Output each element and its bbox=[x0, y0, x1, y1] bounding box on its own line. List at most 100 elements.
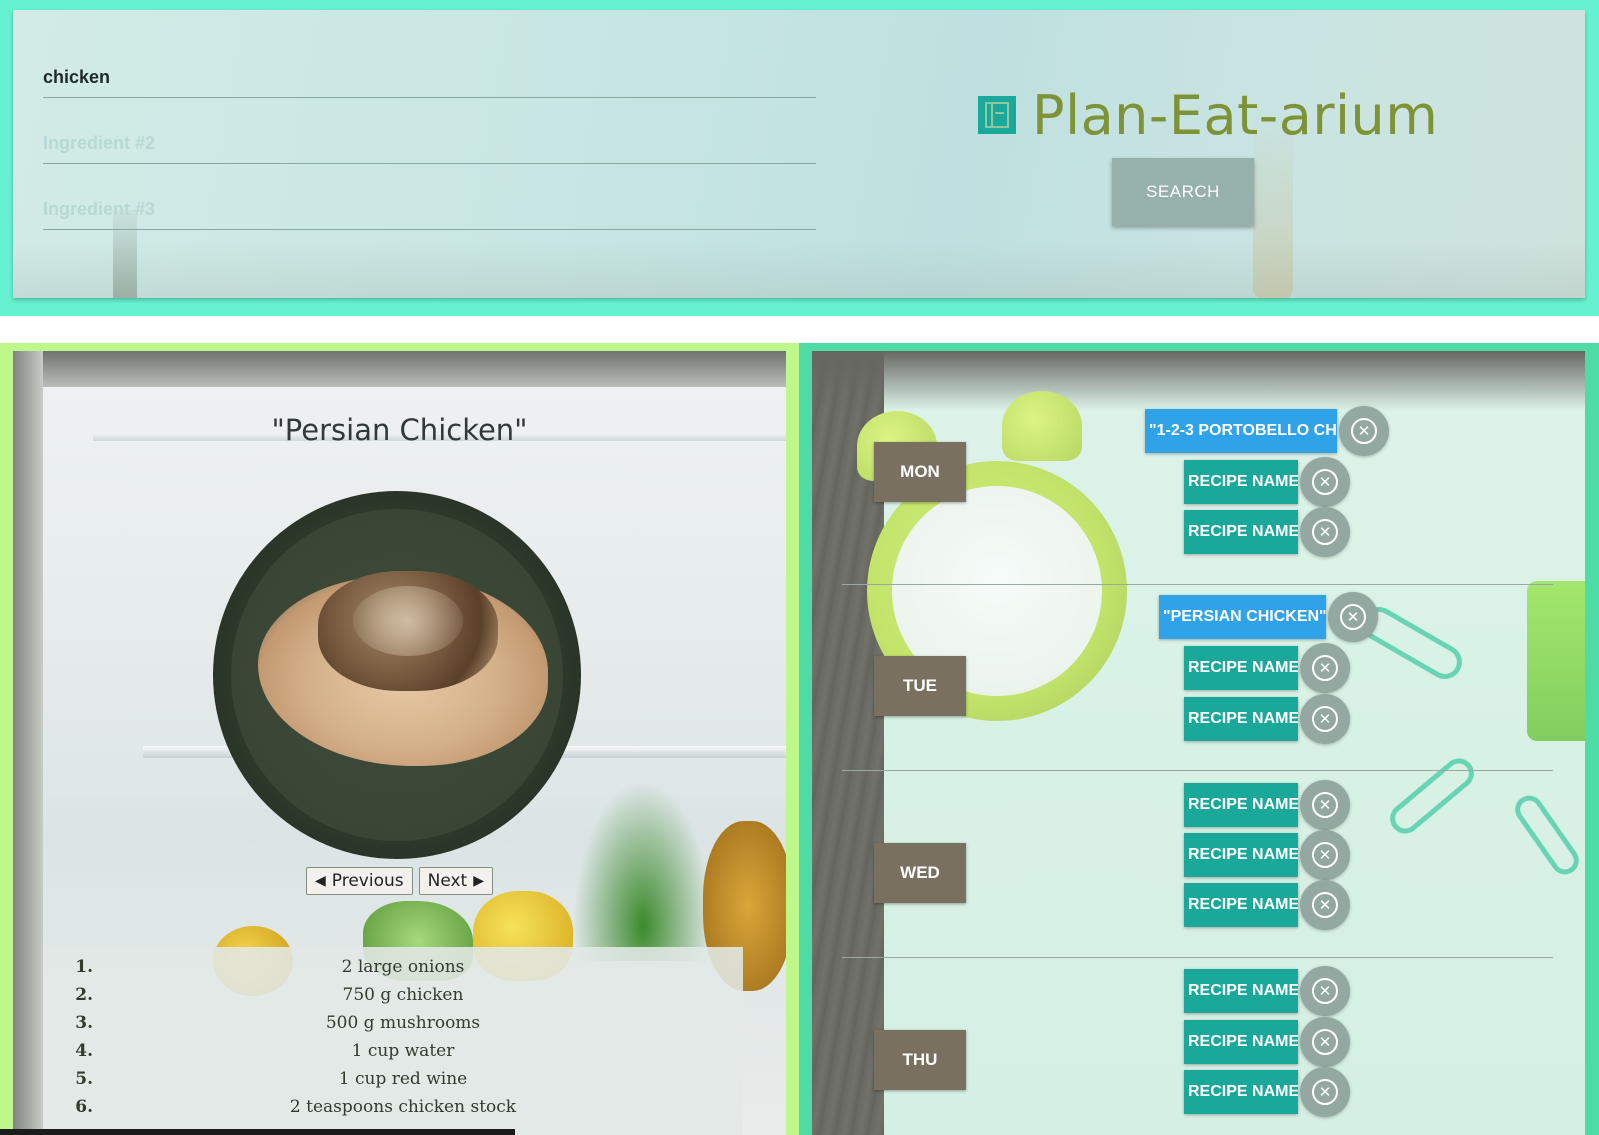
list-item-text: 750 g chicken bbox=[342, 985, 464, 1005]
list-item-text: 500 g mushrooms bbox=[325, 1013, 481, 1033]
recipe-chip[interactable]: RECIPE NAME bbox=[1184, 697, 1298, 741]
menu-book-icon bbox=[978, 96, 1016, 134]
meal-slot: RECIPE NAME ✕ bbox=[1184, 694, 1350, 744]
ingredient-input-3[interactable] bbox=[43, 199, 816, 220]
list-item: 1. 2 large onions bbox=[43, 953, 743, 981]
close-circle-icon: ✕ bbox=[1312, 655, 1338, 681]
meal-slot: RECIPE NAME ✕ bbox=[1184, 457, 1350, 507]
remove-button[interactable]: ✕ bbox=[1300, 694, 1350, 744]
fridge-top-edge bbox=[13, 351, 786, 387]
remove-button[interactable]: ✕ bbox=[1300, 966, 1350, 1016]
recipe-panel: "Persian Chicken" ◀ Previous Next ▶ 1. 2… bbox=[13, 351, 786, 1135]
previous-label: Previous bbox=[331, 871, 404, 891]
remove-button[interactable]: ✕ bbox=[1328, 592, 1378, 642]
ingredient-input-1[interactable] bbox=[43, 67, 816, 88]
ingredient-input-2[interactable] bbox=[43, 133, 816, 154]
recipe-chip[interactable]: RECIPE NAME bbox=[1184, 783, 1298, 827]
recipe-nav: ◀ Previous Next ▶ bbox=[13, 867, 786, 895]
close-circle-icon: ✕ bbox=[1312, 1079, 1338, 1105]
close-circle-icon: ✕ bbox=[1312, 1029, 1338, 1055]
list-item: 4. 1 cup water bbox=[43, 1037, 743, 1065]
meal-slot: "PERSIAN CHICKEN" ✕ bbox=[1159, 592, 1378, 642]
triangle-left-icon: ◀ bbox=[314, 873, 326, 889]
next-button[interactable]: Next ▶ bbox=[418, 867, 493, 895]
recipe-chip[interactable]: "PERSIAN CHICKEN" bbox=[1159, 595, 1326, 639]
close-circle-icon: ✕ bbox=[1312, 978, 1338, 1004]
close-circle-icon: ✕ bbox=[1340, 604, 1366, 630]
meal-slot: RECIPE NAME ✕ bbox=[1184, 830, 1350, 880]
planner-panel: MON "1-2-3 PORTOBELLO CH ✕ RECIPE NAME ✕… bbox=[812, 351, 1585, 1135]
meal-slot: RECIPE NAME ✕ bbox=[1184, 643, 1350, 693]
close-circle-icon: ✕ bbox=[1312, 842, 1338, 868]
list-item-number: 4. bbox=[75, 1041, 93, 1061]
remove-button[interactable]: ✕ bbox=[1300, 780, 1350, 830]
list-item: 5. 1 cup red wine bbox=[43, 1065, 743, 1093]
close-circle-icon: ✕ bbox=[1312, 792, 1338, 818]
triangle-right-icon: ▶ bbox=[473, 873, 484, 889]
list-item-number: 5. bbox=[75, 1069, 93, 1089]
list-item-number: 2. bbox=[75, 985, 93, 1005]
fridge-left-edge bbox=[13, 351, 43, 1135]
recipe-chip[interactable]: RECIPE NAME bbox=[1184, 883, 1298, 927]
list-item-text: 1 cup red wine bbox=[338, 1069, 468, 1089]
meal-slot: RECIPE NAME ✕ bbox=[1184, 966, 1350, 1016]
ingredient-field-3[interactable] bbox=[43, 190, 816, 230]
meal-slot: RECIPE NAME ✕ bbox=[1184, 780, 1350, 830]
meal-slot: "1-2-3 PORTOBELLO CH ✕ bbox=[1145, 406, 1389, 456]
list-item: 6. 2 teaspoons chicken stock bbox=[43, 1093, 743, 1121]
recipe-chip[interactable]: RECIPE NAME bbox=[1184, 969, 1298, 1013]
day-divider bbox=[842, 770, 1553, 771]
previous-button[interactable]: ◀ Previous bbox=[305, 867, 413, 895]
remove-button[interactable]: ✕ bbox=[1300, 1017, 1350, 1067]
list-item-number: 6. bbox=[75, 1097, 93, 1117]
list-item-number: 3. bbox=[75, 1013, 93, 1033]
sauce-image bbox=[353, 586, 463, 656]
remove-button[interactable]: ✕ bbox=[1300, 1067, 1350, 1117]
remove-button[interactable]: ✕ bbox=[1339, 406, 1389, 456]
remove-button[interactable]: ✕ bbox=[1300, 880, 1350, 930]
remove-button[interactable]: ✕ bbox=[1300, 830, 1350, 880]
remove-button[interactable]: ✕ bbox=[1300, 457, 1350, 507]
search-button[interactable]: SEARCH bbox=[1112, 158, 1254, 226]
meal-slot: RECIPE NAME ✕ bbox=[1184, 507, 1350, 557]
day-divider bbox=[842, 584, 1553, 585]
recipe-chip[interactable]: RECIPE NAME bbox=[1184, 460, 1298, 504]
remove-button[interactable]: ✕ bbox=[1300, 507, 1350, 557]
brand: Plan-Eat-arium bbox=[978, 82, 1438, 148]
list-item-text: 2 teaspoons chicken stock bbox=[289, 1097, 517, 1117]
remove-button[interactable]: ✕ bbox=[1300, 643, 1350, 693]
meal-slot: RECIPE NAME ✕ bbox=[1184, 1067, 1350, 1117]
ingredient-field-2[interactable] bbox=[43, 124, 816, 164]
ingredient-field-1[interactable] bbox=[43, 58, 816, 98]
recipe-chip[interactable]: "1-2-3 PORTOBELLO CH bbox=[1145, 409, 1337, 453]
close-circle-icon: ✕ bbox=[1351, 418, 1377, 444]
app-title: Plan-Eat-arium bbox=[1032, 83, 1439, 147]
recipe-chip[interactable]: RECIPE NAME bbox=[1184, 510, 1298, 554]
header-frame: Plan-Eat-arium SEARCH bbox=[0, 0, 1599, 316]
close-circle-icon: ✕ bbox=[1312, 519, 1338, 545]
day-label-tue: TUE bbox=[874, 656, 966, 716]
close-circle-icon: ✕ bbox=[1312, 706, 1338, 732]
list-item-text: 2 large onions bbox=[341, 957, 465, 977]
list-item: 2. 750 g chicken bbox=[43, 981, 743, 1009]
horizontal-scrollbar[interactable] bbox=[0, 1129, 515, 1135]
list-item: 3. 500 g mushrooms bbox=[43, 1009, 743, 1037]
recipe-frame: "Persian Chicken" ◀ Previous Next ▶ 1. 2… bbox=[0, 343, 799, 1135]
meal-slot: RECIPE NAME ✕ bbox=[1184, 1017, 1350, 1067]
day-label-mon: MON bbox=[874, 442, 966, 502]
day-divider bbox=[842, 957, 1553, 958]
recipe-photo bbox=[213, 491, 581, 859]
ingredient-list: 1. 2 large onions 2. 750 g chicken 3. 50… bbox=[43, 947, 743, 1135]
close-circle-icon: ✕ bbox=[1312, 892, 1338, 918]
list-item-text: 1 cup water bbox=[351, 1041, 455, 1061]
recipe-chip[interactable]: RECIPE NAME bbox=[1184, 1070, 1298, 1114]
recipe-chip[interactable]: RECIPE NAME bbox=[1184, 833, 1298, 877]
list-item-number: 1. bbox=[75, 957, 93, 977]
meal-slot: RECIPE NAME ✕ bbox=[1184, 880, 1350, 930]
planner-frame: MON "1-2-3 PORTOBELLO CH ✕ RECIPE NAME ✕… bbox=[799, 343, 1599, 1135]
recipe-title: "Persian Chicken" bbox=[271, 413, 528, 447]
recipe-chip[interactable]: RECIPE NAME bbox=[1184, 1020, 1298, 1064]
day-label-wed: WED bbox=[874, 843, 966, 903]
next-label: Next bbox=[427, 871, 468, 891]
recipe-chip[interactable]: RECIPE NAME bbox=[1184, 646, 1298, 690]
